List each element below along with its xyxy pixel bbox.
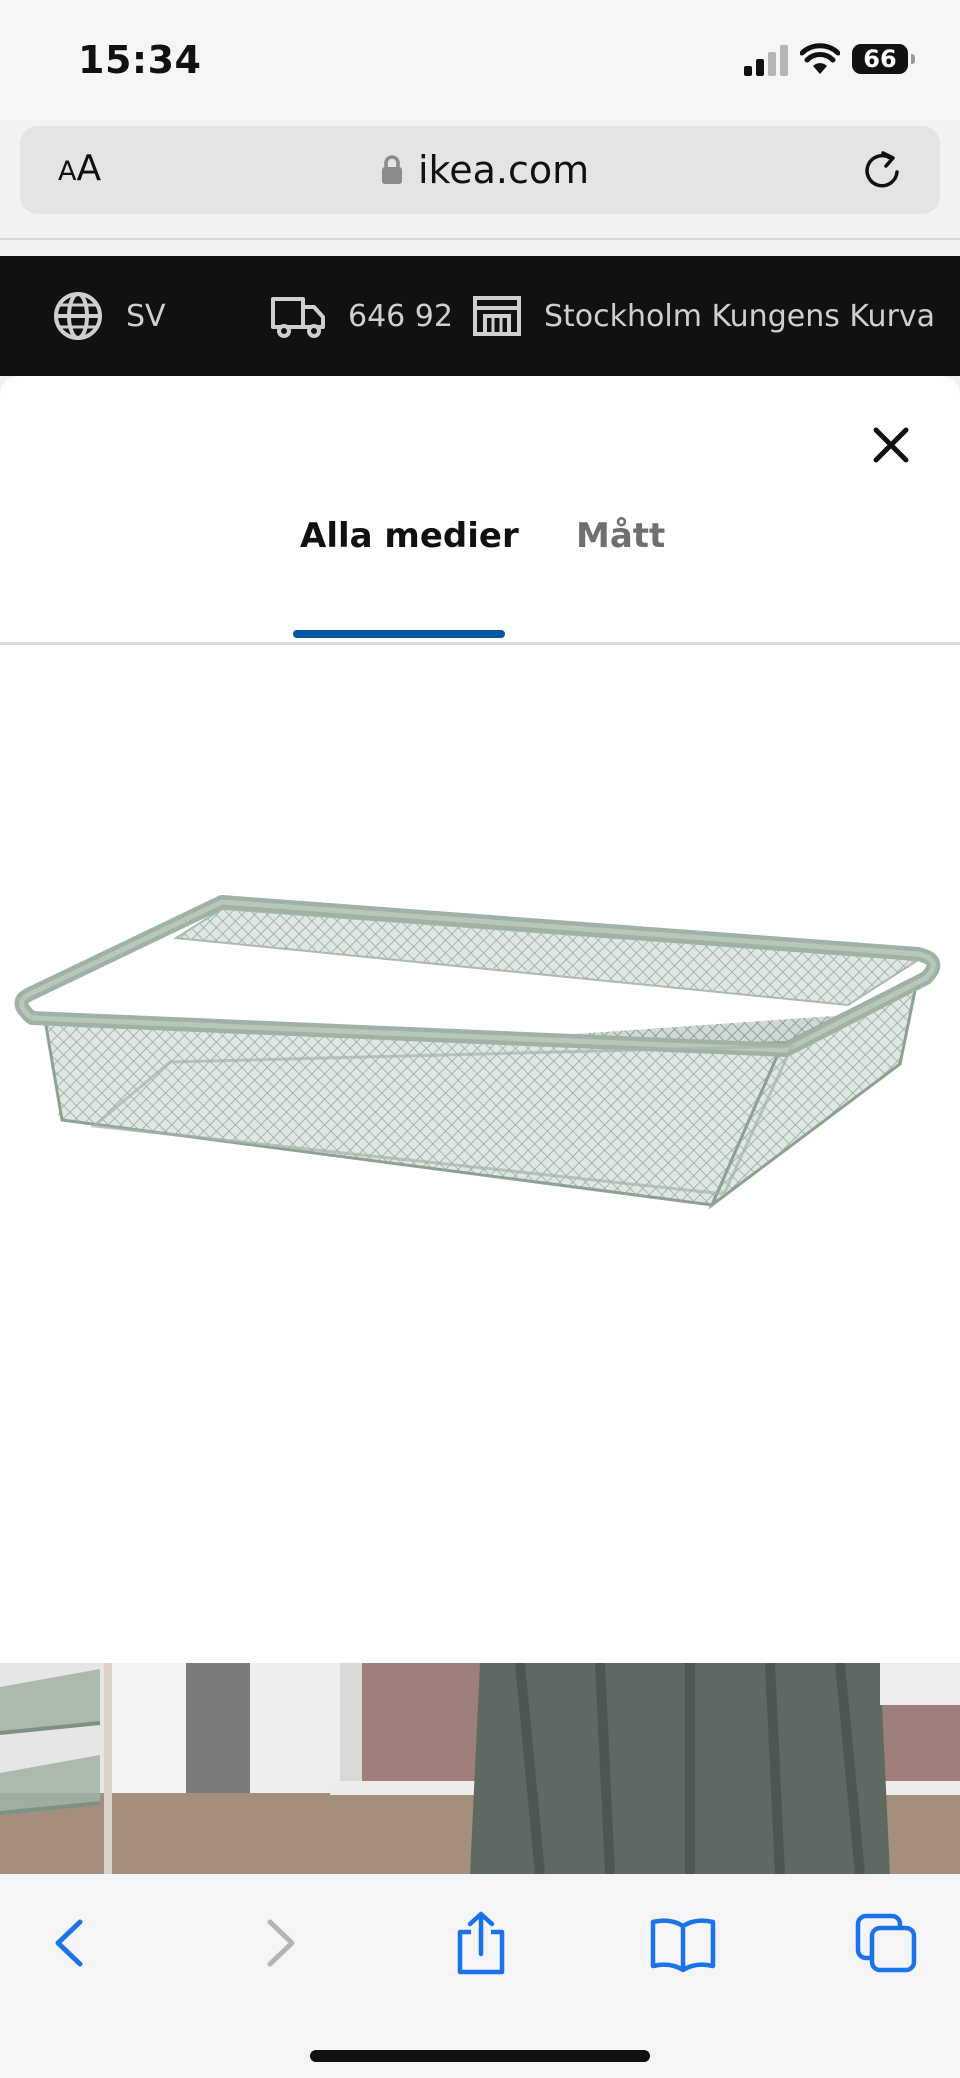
product-image-mesh-basket[interactable] — [0, 876, 960, 1396]
status-bar: 15:34 66 — [0, 0, 960, 120]
delivery-truck-icon — [271, 297, 325, 338]
bookmarks-icon[interactable] — [648, 1910, 718, 1976]
store-selector[interactable]: Stockholm Kungens Kurva — [472, 256, 935, 376]
tab-matt[interactable]: Mått — [576, 516, 665, 556]
product-room-photo[interactable] — [0, 1663, 960, 1874]
text-size-large-label: A — [76, 148, 102, 189]
forward-icon[interactable] — [244, 1910, 314, 1976]
back-icon[interactable] — [36, 1910, 106, 1976]
tab-alla-medier[interactable]: Alla medier — [300, 516, 519, 556]
reload-icon[interactable] — [860, 148, 906, 194]
battery-icon: 66 — [852, 44, 915, 74]
store-label: Stockholm Kungens Kurva — [544, 298, 936, 334]
share-icon[interactable] — [446, 1910, 516, 1976]
active-tab-indicator — [293, 630, 505, 638]
media-tabs: Alla medier Mått — [0, 516, 960, 584]
address-bar[interactable]: AA ikea.com — [20, 126, 940, 214]
globe-icon — [54, 292, 102, 340]
browser-toolbar — [0, 1874, 960, 2078]
wifi-icon — [800, 43, 840, 74]
text-size-small-label: A — [58, 156, 77, 187]
text-size-button[interactable]: AA — [58, 148, 101, 189]
status-time: 15:34 — [78, 38, 202, 82]
store-icon — [473, 296, 521, 336]
site-header-bar: SV 646 92 Stockholm Kungens Kurva — [0, 256, 960, 376]
lock-icon — [382, 155, 402, 184]
language-selector[interactable]: SV — [52, 256, 166, 376]
url-field[interactable]: ikea.com — [380, 146, 589, 194]
url-text: ikea.com — [418, 148, 590, 192]
tabs-icon[interactable] — [852, 1910, 922, 1976]
tabs-divider — [0, 642, 960, 645]
postal-code-selector[interactable]: 646 92 — [270, 256, 453, 376]
cellular-signal-icon — [744, 44, 790, 76]
media-modal: Alla medier Mått — [0, 376, 960, 1874]
close-icon[interactable] — [866, 420, 916, 470]
postal-code-label: 646 92 — [348, 298, 453, 334]
home-indicator[interactable] — [310, 2050, 650, 2062]
language-label: SV — [126, 298, 166, 334]
browser-divider — [0, 238, 960, 240]
